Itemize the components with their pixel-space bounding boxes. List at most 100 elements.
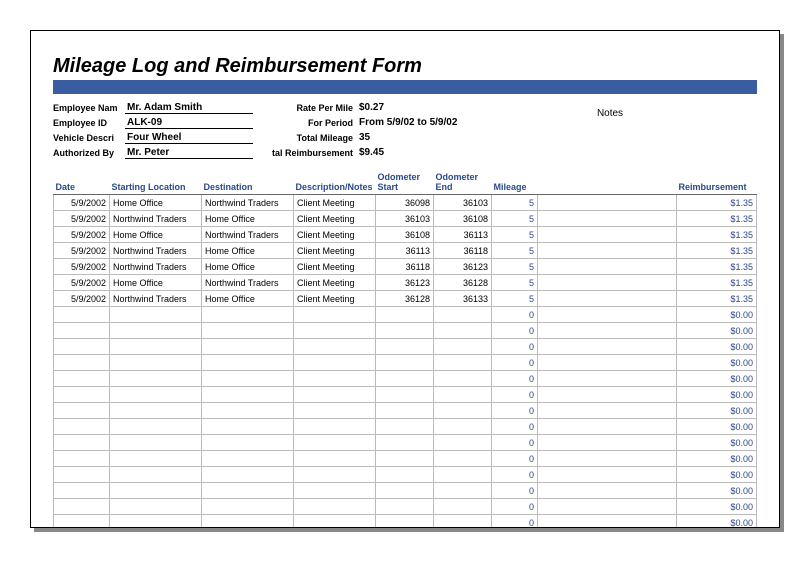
cell-odoend[interactable] xyxy=(434,515,492,529)
cell-reimb[interactable]: $1.35 xyxy=(677,227,757,243)
cell-dest[interactable] xyxy=(202,339,294,355)
cell-odoend[interactable] xyxy=(434,435,492,451)
cell-reimb[interactable]: $0.00 xyxy=(677,387,757,403)
cell-notes[interactable] xyxy=(538,243,677,259)
cell-notes[interactable] xyxy=(538,483,677,499)
cell-desc[interactable]: Client Meeting xyxy=(294,227,376,243)
cell-start[interactable]: Home Office xyxy=(110,275,202,291)
cell-reimb[interactable]: $1.35 xyxy=(677,259,757,275)
cell-start[interactable]: Home Office xyxy=(110,195,202,211)
cell-mileage[interactable]: 5 xyxy=(492,195,538,211)
cell-odoend[interactable] xyxy=(434,339,492,355)
cell-reimb[interactable]: $0.00 xyxy=(677,499,757,515)
cell-desc[interactable]: Client Meeting xyxy=(294,259,376,275)
cell-date[interactable]: 5/9/2002 xyxy=(54,195,110,211)
cell-dest[interactable]: Northwind Traders xyxy=(202,227,294,243)
cell-desc[interactable] xyxy=(294,419,376,435)
cell-reimb[interactable]: $0.00 xyxy=(677,419,757,435)
cell-dest[interactable] xyxy=(202,435,294,451)
cell-date[interactable] xyxy=(54,307,110,323)
cell-reimb[interactable]: $0.00 xyxy=(677,467,757,483)
cell-dest[interactable] xyxy=(202,515,294,529)
value-employee-name[interactable]: Mr. Adam Smith xyxy=(125,102,253,114)
cell-mileage[interactable]: 0 xyxy=(492,483,538,499)
cell-date[interactable] xyxy=(54,387,110,403)
cell-dest[interactable]: Northwind Traders xyxy=(202,195,294,211)
cell-date[interactable]: 5/9/2002 xyxy=(54,259,110,275)
cell-mileage[interactable]: 0 xyxy=(492,435,538,451)
cell-dest[interactable] xyxy=(202,403,294,419)
cell-dest[interactable] xyxy=(202,451,294,467)
cell-start[interactable] xyxy=(110,387,202,403)
cell-odostart[interactable] xyxy=(376,307,434,323)
cell-start[interactable]: Home Office xyxy=(110,227,202,243)
cell-odostart[interactable] xyxy=(376,483,434,499)
cell-desc[interactable] xyxy=(294,499,376,515)
cell-dest[interactable]: Northwind Traders xyxy=(202,275,294,291)
cell-mileage[interactable]: 0 xyxy=(492,499,538,515)
cell-notes[interactable] xyxy=(538,323,677,339)
cell-reimb[interactable]: $0.00 xyxy=(677,435,757,451)
value-rate-per-mile[interactable]: $0.27 xyxy=(357,102,463,113)
cell-date[interactable]: 5/9/2002 xyxy=(54,211,110,227)
cell-notes[interactable] xyxy=(538,467,677,483)
cell-notes[interactable] xyxy=(538,387,677,403)
cell-mileage[interactable]: 0 xyxy=(492,307,538,323)
cell-odoend[interactable] xyxy=(434,451,492,467)
cell-start[interactable] xyxy=(110,339,202,355)
cell-date[interactable]: 5/9/2002 xyxy=(54,243,110,259)
cell-mileage[interactable]: 0 xyxy=(492,323,538,339)
cell-odostart[interactable] xyxy=(376,323,434,339)
cell-dest[interactable]: Home Office xyxy=(202,259,294,275)
cell-reimb[interactable]: $0.00 xyxy=(677,339,757,355)
cell-desc[interactable] xyxy=(294,451,376,467)
cell-notes[interactable] xyxy=(538,195,677,211)
cell-dest[interactable]: Home Office xyxy=(202,243,294,259)
cell-start[interactable] xyxy=(110,355,202,371)
cell-notes[interactable] xyxy=(538,499,677,515)
cell-desc[interactable] xyxy=(294,515,376,529)
cell-mileage[interactable]: 0 xyxy=(492,419,538,435)
cell-mileage[interactable]: 0 xyxy=(492,339,538,355)
cell-dest[interactable] xyxy=(202,387,294,403)
cell-desc[interactable]: Client Meeting xyxy=(294,243,376,259)
cell-date[interactable]: 5/9/2002 xyxy=(54,275,110,291)
cell-mileage[interactable]: 0 xyxy=(492,387,538,403)
cell-desc[interactable] xyxy=(294,339,376,355)
cell-start[interactable] xyxy=(110,515,202,529)
cell-date[interactable] xyxy=(54,483,110,499)
cell-dest[interactable] xyxy=(202,355,294,371)
cell-odostart[interactable]: 36108 xyxy=(376,227,434,243)
cell-notes[interactable] xyxy=(538,275,677,291)
cell-mileage[interactable]: 5 xyxy=(492,227,538,243)
cell-odostart[interactable]: 36123 xyxy=(376,275,434,291)
cell-mileage[interactable]: 0 xyxy=(492,467,538,483)
cell-mileage[interactable]: 0 xyxy=(492,371,538,387)
cell-notes[interactable] xyxy=(538,371,677,387)
cell-notes[interactable] xyxy=(538,339,677,355)
cell-odostart[interactable] xyxy=(376,355,434,371)
cell-start[interactable] xyxy=(110,307,202,323)
cell-odostart[interactable]: 36103 xyxy=(376,211,434,227)
cell-odostart[interactable] xyxy=(376,387,434,403)
cell-desc[interactable] xyxy=(294,307,376,323)
cell-start[interactable]: Northwind Traders xyxy=(110,243,202,259)
cell-mileage[interactable]: 5 xyxy=(492,243,538,259)
cell-date[interactable] xyxy=(54,323,110,339)
cell-notes[interactable] xyxy=(538,435,677,451)
cell-odoend[interactable] xyxy=(434,387,492,403)
cell-dest[interactable]: Home Office xyxy=(202,211,294,227)
cell-mileage[interactable]: 5 xyxy=(492,275,538,291)
cell-date[interactable] xyxy=(54,467,110,483)
cell-dest[interactable] xyxy=(202,499,294,515)
cell-reimb[interactable]: $0.00 xyxy=(677,515,757,529)
cell-odostart[interactable] xyxy=(376,403,434,419)
cell-dest[interactable] xyxy=(202,371,294,387)
cell-dest[interactable] xyxy=(202,307,294,323)
cell-mileage[interactable]: 0 xyxy=(492,451,538,467)
cell-desc[interactable] xyxy=(294,355,376,371)
cell-start[interactable] xyxy=(110,403,202,419)
cell-desc[interactable] xyxy=(294,483,376,499)
cell-mileage[interactable]: 5 xyxy=(492,211,538,227)
cell-desc[interactable]: Client Meeting xyxy=(294,195,376,211)
